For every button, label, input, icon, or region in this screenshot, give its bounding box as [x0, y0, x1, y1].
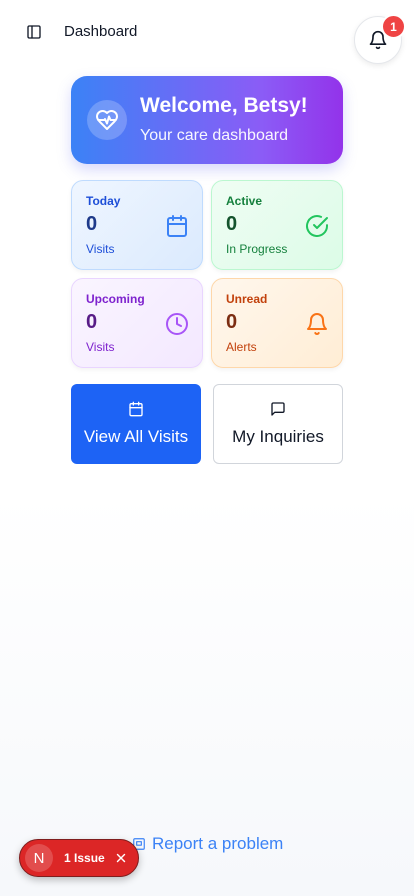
stat-label: Active: [226, 194, 263, 208]
stat-value: 0: [226, 213, 238, 235]
stat-sublabel: Visits: [86, 340, 115, 354]
issues-indicator[interactable]: N 1 Issue: [19, 839, 139, 877]
heart-pulse-icon: [96, 110, 118, 130]
close-icon[interactable]: [114, 851, 128, 865]
sidebar-toggle-button[interactable]: [24, 22, 44, 42]
stat-label: Unread: [226, 292, 268, 306]
view-all-visits-button[interactable]: View All Visits: [71, 384, 201, 464]
stat-label: Today: [86, 194, 121, 208]
stat-sublabel: Alerts: [226, 340, 257, 354]
welcome-icon-circle: [87, 100, 127, 140]
calendar-icon: [167, 215, 187, 237]
stat-value: 0: [86, 213, 98, 235]
stat-value: 0: [226, 311, 238, 333]
stat-card-unread[interactable]: Unread 0 Alerts: [211, 278, 343, 368]
stat-card-upcoming[interactable]: Upcoming 0 Visits: [71, 278, 203, 368]
stat-card-today[interactable]: Today 0 Visits: [71, 180, 203, 270]
welcome-subtitle: Your care dashboard: [140, 127, 288, 144]
stat-sublabel: Visits: [86, 242, 115, 256]
stat-card-active[interactable]: Active 0 In Progress: [211, 180, 343, 270]
notification-count-badge: 1: [381, 14, 406, 39]
dev-avatar: N: [25, 844, 53, 872]
stat-value: 0: [86, 311, 98, 333]
message-square-icon: [271, 402, 285, 416]
view-all-visits-label: View All Visits: [83, 427, 189, 446]
welcome-title: Welcome, Betsy!: [140, 94, 308, 117]
calendar-icon: [129, 401, 143, 417]
my-inquiries-label: My Inquiries: [232, 427, 324, 446]
check-circle-icon: [306, 215, 328, 237]
bell-icon: [307, 313, 327, 335]
my-inquiries-button[interactable]: My Inquiries: [213, 384, 343, 464]
top-bar: Dashboard 1: [0, 0, 414, 64]
report-problem-label: Report a problem: [152, 834, 284, 853]
sidebar-panel-icon: [27, 25, 41, 39]
stat-label: Upcoming: [86, 292, 145, 306]
clock-icon: [166, 313, 188, 335]
welcome-card: Welcome, Betsy! Your care dashboard: [71, 76, 343, 164]
report-problem-link[interactable]: Report a problem: [132, 834, 283, 854]
stat-sublabel: In Progress: [226, 242, 288, 256]
issues-count-label: 1 Issue: [64, 851, 105, 865]
page-title: Dashboard: [64, 23, 138, 40]
